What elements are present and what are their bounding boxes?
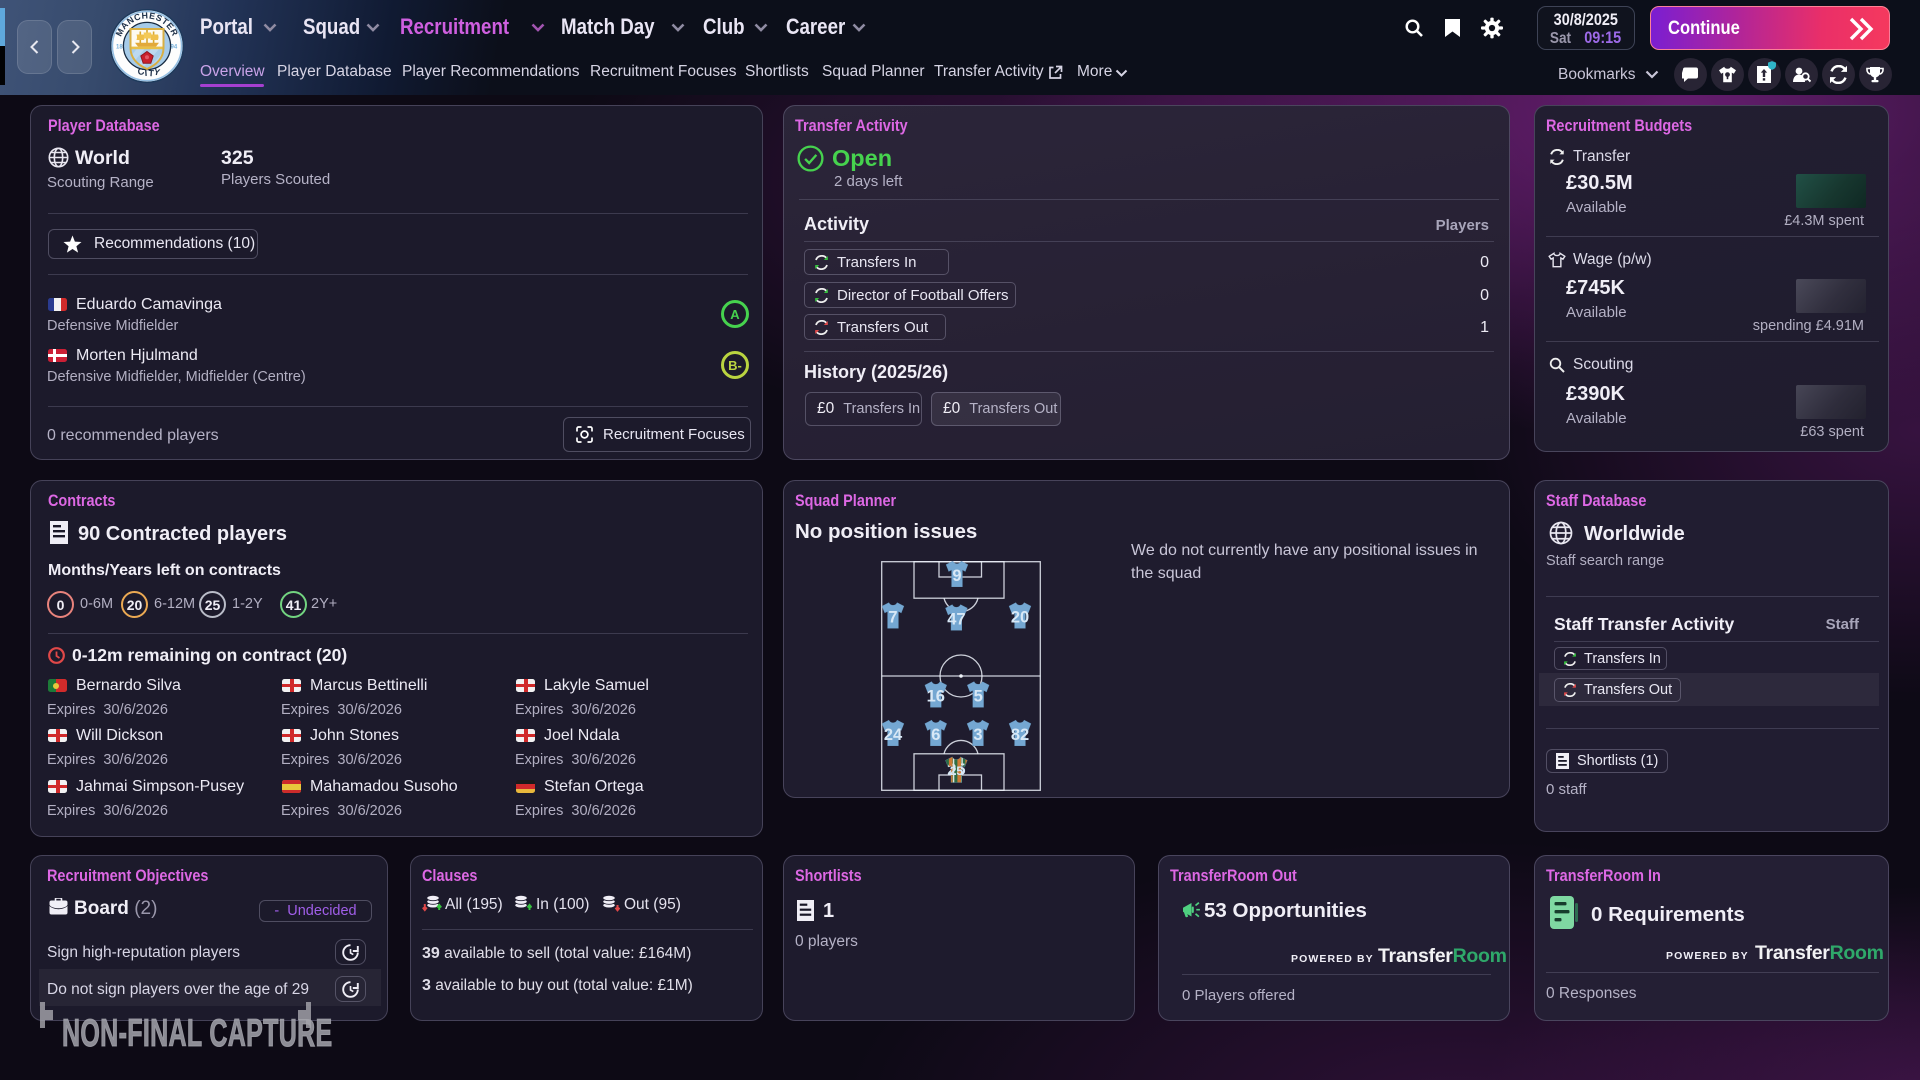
svg-text:18: 18 [116, 45, 123, 51]
svg-text:6: 6 [931, 726, 940, 744]
svg-text:24: 24 [884, 726, 903, 744]
svg-text:94: 94 [171, 45, 178, 51]
svg-text:7: 7 [888, 609, 897, 627]
svg-text:82: 82 [1011, 726, 1029, 744]
svg-text:47: 47 [947, 611, 965, 629]
svg-text:9: 9 [952, 567, 961, 585]
svg-text:3: 3 [973, 726, 982, 744]
svg-text:20: 20 [1011, 609, 1029, 627]
svg-text:16: 16 [927, 688, 945, 706]
svg-text:5: 5 [974, 688, 983, 706]
svg-text:25: 25 [950, 764, 964, 778]
